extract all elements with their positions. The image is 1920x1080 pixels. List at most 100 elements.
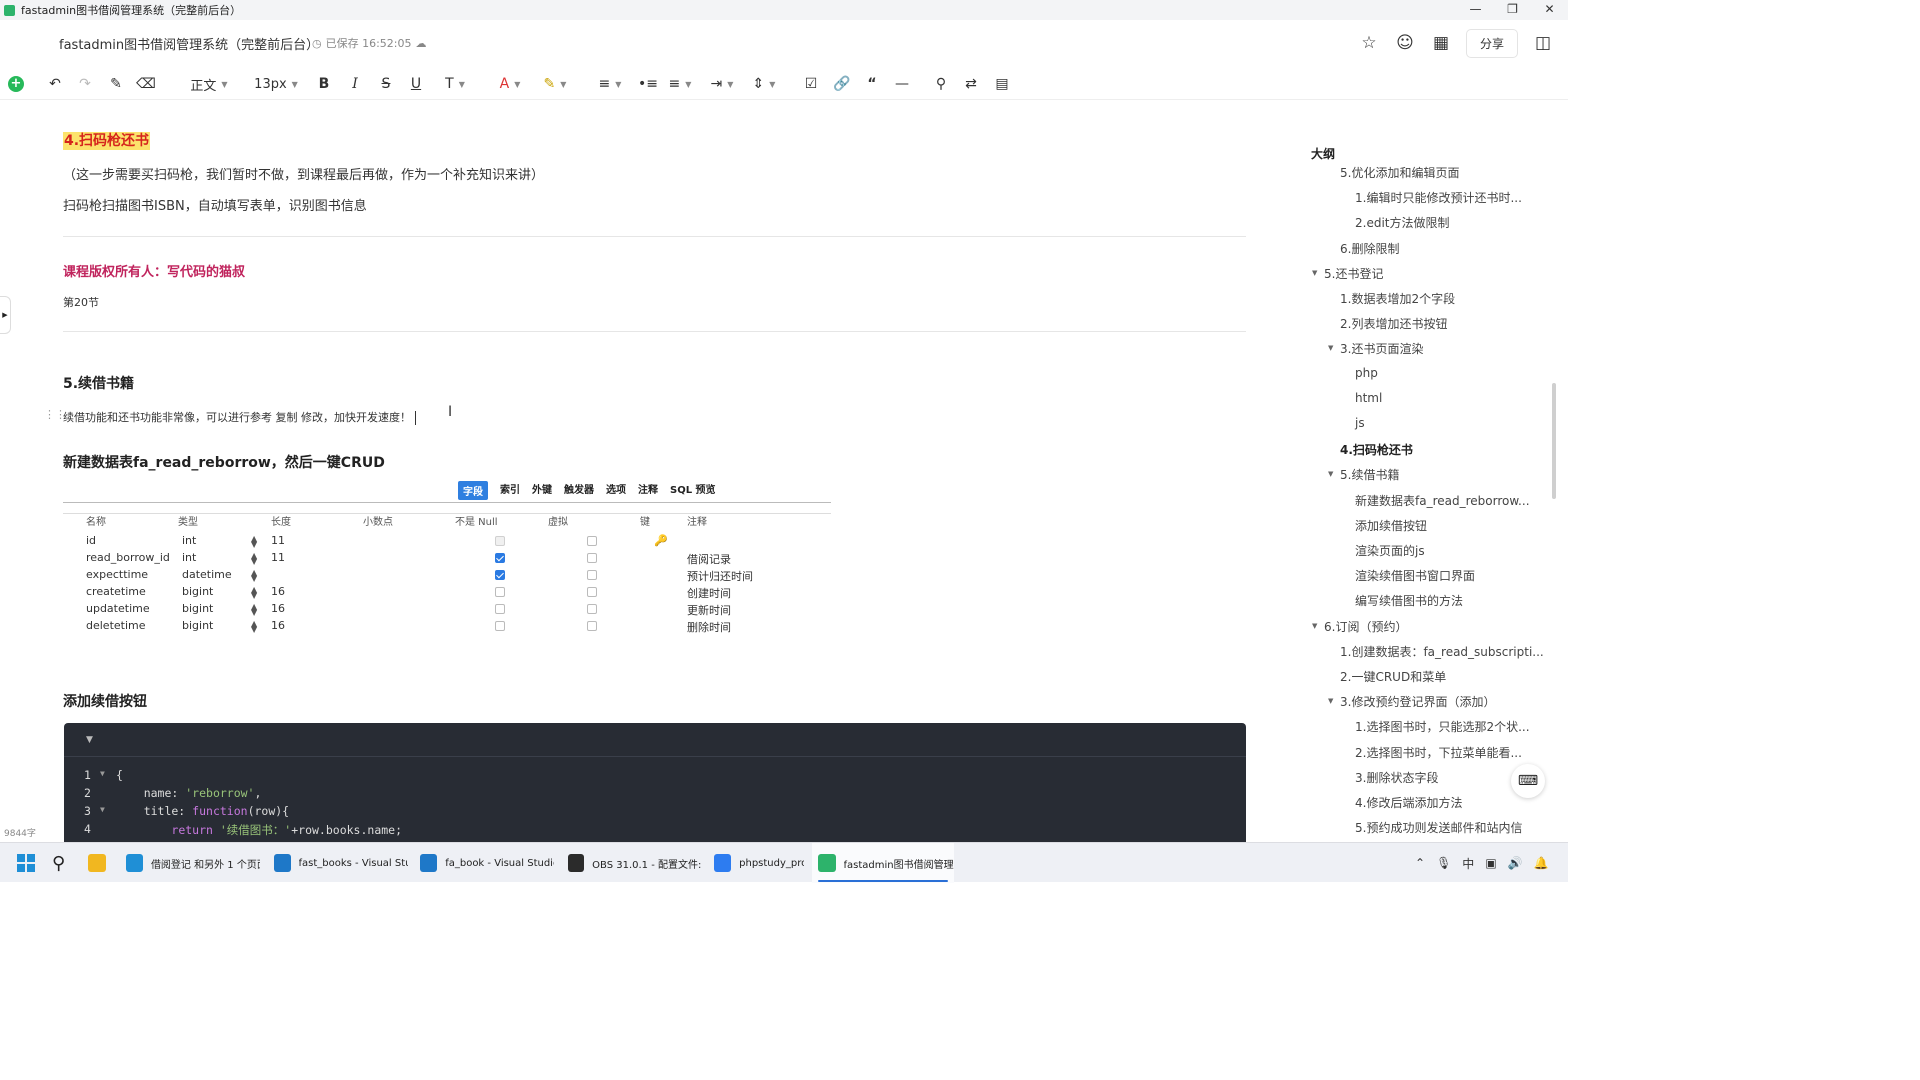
paragraph-renew[interactable]: 续借功能和还书功能非常像，可以进行参考 复制 修改，加快开发速度！ — [63, 409, 416, 425]
start-button[interactable] — [16, 843, 36, 883]
outline-item[interactable]: 2.列表增加还书按钮 — [1340, 315, 1447, 332]
taskbar-app-button[interactable]: fast_books - Visual Stud — [268, 843, 408, 883]
quote-icon[interactable]: “ — [864, 68, 880, 100]
outline-item[interactable]: 4.扫码枪还书 — [1340, 441, 1413, 458]
db-field-type: int — [182, 534, 197, 547]
outline-item[interactable]: 渲染续借图书窗口界面 — [1355, 567, 1475, 584]
outline-item[interactable]: 1.编辑时只能修改预计还书时... — [1355, 189, 1522, 206]
underline-icon[interactable]: U — [408, 68, 424, 100]
format-painter-icon[interactable]: ✎ — [107, 68, 125, 100]
keyboard-shortcuts-icon[interactable]: ⌨ — [1511, 764, 1545, 798]
divider-icon[interactable]: — — [894, 68, 910, 100]
collapse-triangle-icon[interactable]: ▼ — [1328, 344, 1333, 352]
outline-item[interactable]: 6.删除限制 — [1340, 240, 1399, 257]
taskbar-app-button[interactable]: 借阅登记 和另外 1 个页面 — [120, 843, 260, 883]
collapse-triangle-icon[interactable]: ▼ — [1328, 470, 1333, 478]
db-field-type: bigint — [182, 585, 214, 598]
more-icon[interactable]: ▤ — [994, 68, 1010, 100]
outline-item[interactable]: 3.删除状态字段 — [1355, 769, 1438, 786]
outline-item-label: 5.优化添加和编辑页面 — [1340, 166, 1460, 180]
indent-icon[interactable]: ⇥ ▼ — [707, 68, 737, 100]
line-spacing-icon[interactable]: ⇕ ▼ — [749, 68, 779, 100]
text-effect-icon[interactable]: T ▼ — [440, 68, 470, 100]
find-icon[interactable]: ⚲ — [933, 68, 949, 100]
outline-item[interactable]: 编写续借图书的方法 — [1355, 592, 1463, 609]
align-icon[interactable]: ≡ ▼ — [595, 68, 625, 100]
virtual-checkbox — [587, 570, 597, 580]
fold-icon[interactable]: ▼ — [100, 805, 105, 814]
link-icon[interactable]: 🔗 — [833, 68, 850, 100]
strikethrough-icon[interactable]: S — [378, 68, 394, 100]
outline-item[interactable]: ▼ 3.修改预约登记界面（添加） — [1328, 693, 1495, 710]
outline-item[interactable]: 添加续借按钮 — [1355, 517, 1427, 534]
outline-item[interactable]: 5.预约成功则发送邮件和站内信 — [1355, 819, 1522, 836]
present-icon[interactable]: ▦ — [1430, 32, 1452, 54]
paragraph-style-select[interactable]: 正文 ▼ — [184, 68, 234, 100]
italic-icon[interactable]: I — [347, 68, 363, 100]
outline-item[interactable]: 新建数据表fa_read_reborrow... — [1355, 492, 1530, 509]
taskbar-app-button[interactable]: fastadmin图书借阅管理: — [812, 843, 954, 883]
file-explorer-button[interactable] — [88, 843, 114, 883]
outline-item[interactable]: 1.创建数据表：fa_read_subscripti... — [1340, 643, 1544, 660]
chevron-up-icon[interactable]: ⌃ — [1415, 856, 1425, 870]
expand-left-panel-icon[interactable]: ▶ — [0, 296, 11, 334]
insert-button[interactable]: + — [8, 68, 24, 100]
taskbar-app-button[interactable]: OBS 31.0.1 - 配置文件: 未 — [562, 843, 702, 883]
taskbar-app-button[interactable]: fa_book - Visual Studio — [414, 843, 554, 883]
undo-icon[interactable]: ↶ — [46, 68, 64, 100]
db-col-header: 不是 Null — [455, 517, 498, 528]
clear-format-icon[interactable]: ⌫ — [136, 68, 156, 100]
outline-item[interactable]: 2.选择图书时，下拉菜单能看... — [1355, 744, 1522, 761]
close-button[interactable]: ✕ — [1531, 0, 1568, 20]
outline-item[interactable]: ▼ 3.还书页面渲染 — [1328, 340, 1423, 357]
volume-icon[interactable]: 🔊 — [1508, 856, 1523, 870]
db-tab: 索引 — [500, 485, 520, 496]
outline-item-label: 2.选择图书时，下拉菜单能看... — [1355, 745, 1522, 760]
ordered-list-icon[interactable]: ≡ ▼ — [665, 68, 695, 100]
outline-item[interactable]: 2.一键CRUD和菜单 — [1340, 668, 1446, 685]
collapse-triangle-icon[interactable]: ▼ — [1328, 697, 1333, 705]
add-collaborator-icon[interactable]: ☺ — [1394, 32, 1416, 54]
taskbar-app-button[interactable]: phpstudy_pro — [708, 843, 804, 883]
outline-item[interactable]: ▼ 6.订阅（预约） — [1312, 618, 1407, 635]
ime-indicator[interactable]: 中 — [1462, 855, 1474, 872]
bold-icon[interactable]: B — [316, 68, 332, 100]
db-tab: 外键 — [532, 485, 552, 496]
db-tab: 触发器 — [564, 485, 594, 496]
font-color-icon[interactable]: A ▼ — [495, 68, 525, 100]
collapse-triangle-icon[interactable]: ▼ — [1312, 269, 1317, 277]
app-window: fastadmin图书借阅管理系统（完整前后台） — ❐ ✕ fastadmin… — [0, 0, 1568, 883]
outline-item[interactable]: 渲染页面的js — [1355, 542, 1425, 559]
outline-item[interactable]: html — [1355, 391, 1382, 405]
restore-button[interactable]: ❐ — [1494, 0, 1531, 20]
display-icon[interactable]: ▣ — [1485, 856, 1496, 870]
outline-item[interactable]: ▼ 5.还书登记 — [1312, 265, 1383, 282]
notification-icon[interactable]: 🔔 — [1534, 856, 1549, 870]
outline-item[interactable]: 2.edit方法做限制 — [1355, 214, 1450, 231]
code-language-select[interactable]: ▼ — [64, 723, 1246, 757]
outline-item[interactable]: 1.选择图书时，只能选那2个状... — [1355, 718, 1530, 735]
collapse-triangle-icon[interactable]: ▼ — [1312, 622, 1317, 630]
outline-item[interactable]: js — [1355, 416, 1365, 430]
translate-icon[interactable]: ⇄ — [963, 68, 979, 100]
outline-item[interactable]: ▼ 5.续借书籍 — [1328, 466, 1399, 483]
outline-item[interactable]: 1.数据表增加2个字段 — [1340, 290, 1455, 307]
outline-item[interactable]: 5.优化添加和编辑页面 — [1340, 164, 1459, 181]
bullet-list-icon[interactable]: •≡ — [638, 68, 658, 100]
db-field-name: id — [86, 534, 97, 547]
sidebar-toggle-icon[interactable]: ◫ — [1532, 32, 1554, 54]
microphone-icon[interactable]: 🎙 — [1436, 856, 1451, 870]
font-size-select[interactable]: 13px ▼ — [251, 68, 301, 100]
doc-title[interactable]: fastadmin图书借阅管理系统（完整前后台） — [59, 34, 319, 53]
fold-icon[interactable]: ▼ — [100, 769, 105, 778]
search-icon[interactable]: ⚲ — [52, 843, 65, 883]
outline-item[interactable]: php — [1355, 366, 1378, 380]
outline-item[interactable]: 4.修改后端添加方法 — [1355, 794, 1462, 811]
star-icon[interactable]: ☆ — [1358, 32, 1380, 54]
outline-scrollbar[interactable] — [1552, 383, 1556, 499]
highlight-icon[interactable]: ✎ ▼ — [540, 68, 570, 100]
checkbox-icon[interactable]: ☑ — [803, 68, 819, 100]
share-button[interactable]: 分享 — [1465, 28, 1518, 58]
minimize-button[interactable]: — — [1457, 0, 1494, 20]
redo-icon[interactable]: ↷ — [76, 68, 94, 100]
